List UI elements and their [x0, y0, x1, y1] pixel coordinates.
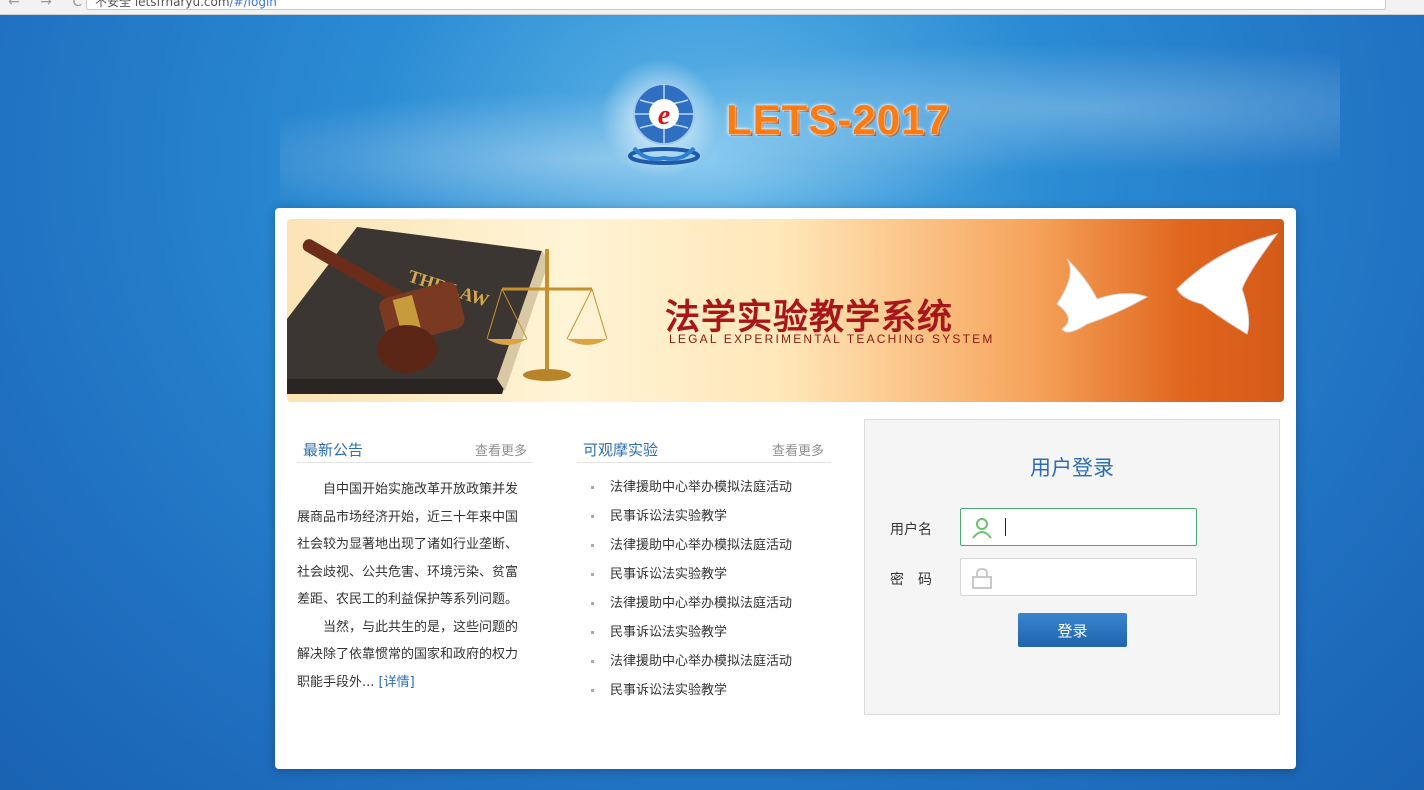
experiment-item[interactable]: 法律援助中心举办模拟法庭活动 — [587, 473, 792, 502]
experiments-more-link[interactable]: 查看更多 — [772, 440, 824, 459]
username-label: 用户名 — [890, 522, 932, 538]
experiment-item[interactable]: 民事诉讼法实验教学 — [587, 676, 792, 705]
main-card: THE LAW 法学实验教学系统 LEGAL EXPERIMENTAL TEAC… — [275, 208, 1296, 769]
logo-title: LETS-2017 — [726, 96, 950, 143]
system-subtitle: LEGAL EXPERIMENTAL TEACHING SYSTEM — [669, 332, 995, 346]
username-field-box — [960, 508, 1197, 546]
address-path: /#/login — [229, 0, 277, 9]
notice-detail-link[interactable]: [详情] — [379, 675, 415, 690]
experiment-item[interactable]: 民事诉讼法实验教学 — [587, 618, 792, 647]
address-bar[interactable]: 不安全 letsfrnaryu.com/#/login — [86, 0, 1386, 10]
lock-icon — [972, 567, 992, 589]
login-title: 用户登录 — [1030, 456, 1114, 480]
username-input[interactable] — [1005, 517, 1185, 537]
notices-heading: 最新公告 — [303, 441, 364, 459]
address-host: letsfrnaryu.com — [134, 0, 230, 9]
browser-nav-icons[interactable]: ← → C — [8, 0, 90, 10]
banner-image: THE LAW 法学实验教学系统 LEGAL EXPERIMENTAL TEAC… — [287, 219, 1284, 402]
browser-toolbar: ← → C 不安全 letsfrnaryu.com/#/login — [0, 0, 1424, 15]
experiment-item[interactable]: 法律援助中心举办模拟法庭活动 — [587, 589, 792, 618]
password-label: 密 码 — [890, 572, 932, 588]
notice-body: 自中国开始实施改革开放政策并发展商品市场经济开始，近三十年来中国社会较为显著地出… — [297, 476, 529, 696]
dove-right-icon — [1176, 233, 1279, 335]
password-input[interactable] — [1005, 567, 1185, 587]
svg-text:e: e — [658, 100, 670, 131]
user-icon — [972, 518, 992, 539]
text-caret — [1005, 518, 1006, 536]
experiment-item[interactable]: 民事诉讼法实验教学 — [587, 560, 792, 589]
password-field-box — [960, 558, 1197, 596]
experiments-list: 法律援助中心举办模拟法庭活动 民事诉讼法实验教学 法律援助中心举办模拟法庭活动 … — [587, 473, 792, 705]
experiment-item[interactable]: 民事诉讼法实验教学 — [587, 502, 792, 531]
site-logo: e LETS-2017 — [590, 48, 960, 188]
experiments-heading: 可观摩实验 — [583, 441, 659, 459]
dove-left-icon — [1056, 258, 1149, 333]
notice-paragraph-2: 当然，与此共生的是，这些问题的解决除了依靠惯常的国家和政府的权力职能手段外...… — [297, 614, 529, 697]
login-button[interactable]: 登录 — [1018, 613, 1127, 647]
notices-more-link[interactable]: 查看更多 — [475, 440, 527, 459]
experiment-item[interactable]: 法律援助中心举办模拟法庭活动 — [587, 647, 792, 676]
experiment-item[interactable]: 法律援助中心举办模拟法庭活动 — [587, 531, 792, 560]
login-panel: 用户登录 用户名 密 码 登录 — [864, 419, 1280, 715]
globe-emblem-icon: e — [628, 83, 700, 165]
notice-paragraph-1: 自中国开始实施改革开放政策并发展商品市场经济开始，近三十年来中国社会较为显著地出… — [297, 482, 519, 607]
address-security: 不安全 — [95, 0, 132, 9]
experiments-divider — [577, 462, 831, 463]
notices-divider — [297, 462, 533, 463]
